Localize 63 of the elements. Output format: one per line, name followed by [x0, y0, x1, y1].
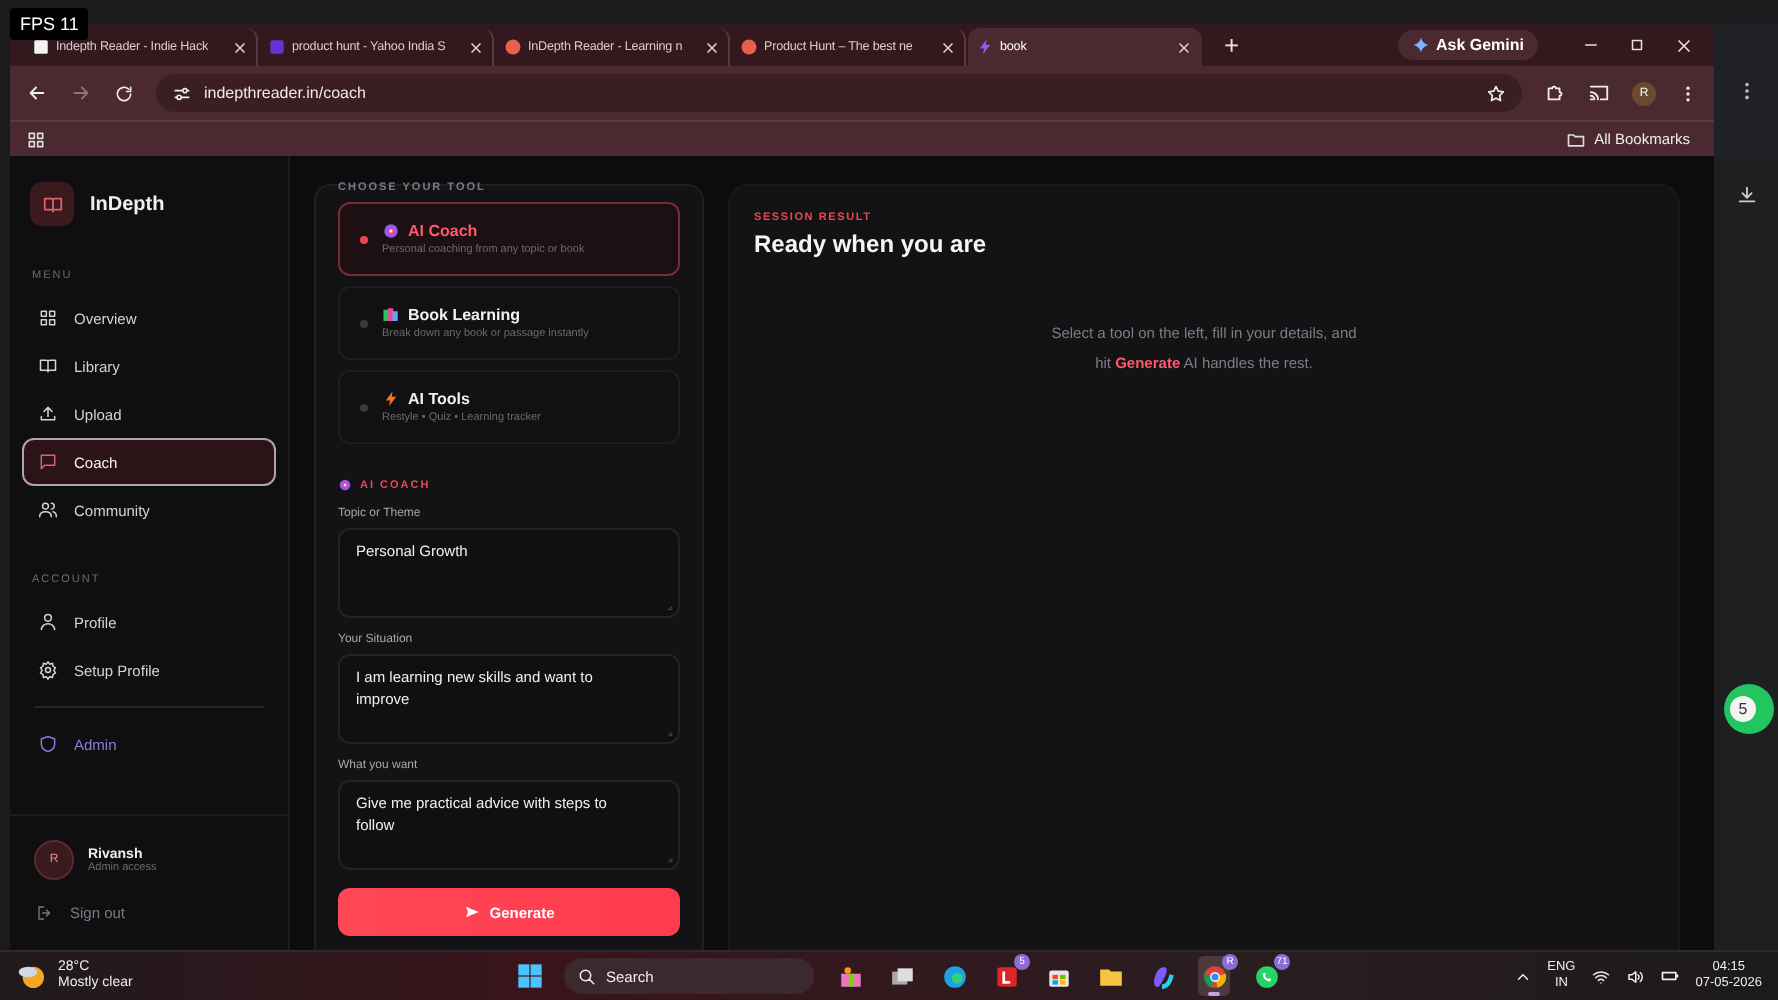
forward-icon: [70, 82, 92, 104]
person-icon: [38, 612, 58, 632]
square-favicon-icon: [268, 38, 286, 56]
shield-icon: [38, 734, 58, 754]
books-icon: [382, 306, 400, 324]
book-icon: [41, 193, 63, 215]
fps-counter: FPS 11: [10, 8, 89, 40]
folder-icon: [1566, 129, 1587, 149]
star-icon: [1486, 83, 1506, 103]
back-icon: [26, 82, 48, 104]
target-icon: [382, 222, 400, 240]
maximize-icon: [1628, 36, 1646, 54]
lightning-favicon-icon: [976, 38, 994, 56]
brand-name: InDepth: [90, 193, 165, 215]
upload-icon: [38, 404, 58, 424]
copilot-icon: [1149, 963, 1175, 989]
volume-icon: [1625, 967, 1644, 985]
gift-icon: [837, 963, 863, 989]
panel-title: Ready when you are: [754, 230, 989, 258]
wifi-icon: [1591, 967, 1610, 985]
close-icon: [1674, 35, 1694, 55]
book-icon: [38, 356, 58, 376]
close-icon: [704, 39, 720, 55]
ask-gemini-button[interactable]: Ask Gemini: [1397, 30, 1538, 60]
reload-icon: [114, 83, 134, 103]
tool-name: AI Tools: [408, 390, 470, 408]
extensions-icon: [1544, 82, 1566, 104]
target-icon: [338, 478, 352, 492]
gear-icon: [38, 660, 58, 680]
grid-icon: [38, 308, 58, 328]
download-icon: [1735, 184, 1757, 206]
tool-name: AI Coach: [408, 222, 478, 240]
close-icon: [940, 39, 956, 55]
lightning-icon: [382, 390, 400, 408]
close-icon: [468, 39, 484, 55]
folder-icon: [1097, 963, 1123, 989]
send-icon: [463, 904, 480, 920]
chrome-icon: [1201, 963, 1227, 989]
resize-handle-icon: [664, 728, 674, 738]
resize-handle-icon: [664, 602, 674, 612]
tool-name: Book Learning: [408, 306, 521, 324]
square-favicon-icon: [32, 38, 50, 56]
battery-icon: [1659, 966, 1680, 986]
chat-icon: [38, 452, 58, 472]
cast-icon: [1588, 82, 1610, 104]
circle-favicon-icon: [504, 38, 522, 56]
circle-favicon-icon: [740, 38, 758, 56]
resize-handle-icon: [664, 854, 674, 864]
search-icon: [578, 967, 596, 985]
close-icon: [232, 39, 248, 55]
close-icon: [1176, 39, 1192, 55]
people-icon: [38, 500, 58, 520]
chat-app-icon: [1253, 963, 1279, 989]
task-view-icon: [889, 963, 915, 989]
app-tile-icon: [993, 963, 1019, 989]
sparkle-icon: [1411, 36, 1430, 54]
apps-icon: [26, 129, 46, 149]
site-settings-icon: [172, 83, 192, 103]
new-tab-button[interactable]: +: [1224, 30, 1240, 60]
edge-icon: [941, 963, 967, 989]
sign-out-icon: [36, 904, 54, 922]
address-bar[interactable]: indepthreader.in/coach: [156, 74, 1522, 112]
windows-start-icon: [516, 962, 544, 990]
